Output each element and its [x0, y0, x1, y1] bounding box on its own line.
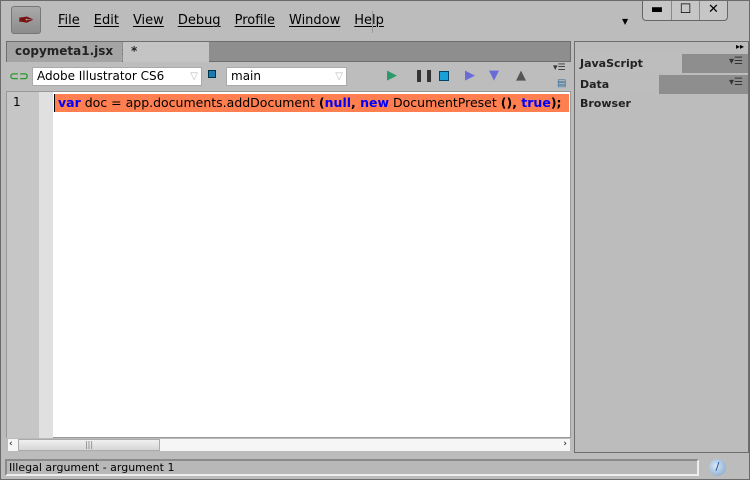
chevron-down-icon: ▽ — [335, 71, 343, 82]
keyword: var — [58, 95, 81, 110]
stop-icon[interactable] — [439, 71, 449, 81]
target-app-select[interactable]: Adobe Illustrator CS6 ▽ — [32, 67, 202, 86]
chevron-down-icon: ▽ — [190, 71, 198, 82]
code-line-highlighted[interactable]: var doc = app.documents.addDocument (nul… — [54, 94, 569, 112]
menu-file[interactable]: File — [51, 13, 87, 28]
target-app-value: Adobe Illustrator CS6 — [37, 69, 165, 83]
close-button[interactable]: ✕ — [699, 1, 727, 20]
step-over-icon[interactable]: ▶ — [465, 68, 475, 83]
panel-menu-icon[interactable]: ▾☰ — [729, 56, 743, 67]
punct: () — [500, 95, 513, 110]
menu-debug[interactable]: Debug — [171, 13, 228, 28]
app-logo[interactable]: ✒ — [11, 6, 41, 34]
tab-label: copymeta1.jsx — [15, 44, 114, 58]
run-icon[interactable]: ▶ — [387, 68, 397, 83]
keyword: new — [360, 95, 390, 110]
tab-data-browser[interactable]: Data Browser — [575, 75, 659, 110]
tab-copymeta1[interactable]: copymeta1.jsx× — [7, 42, 130, 62]
list-icon[interactable]: ▤ — [557, 78, 566, 89]
engine-select[interactable]: main ▽ — [226, 67, 347, 86]
punct: , — [512, 95, 522, 110]
link-icon[interactable]: ⊂⊃ — [9, 69, 29, 83]
menu-help[interactable]: Help — [347, 13, 391, 28]
step-into-icon[interactable]: ▼ — [489, 68, 499, 83]
step-out-icon[interactable]: ▲ — [516, 68, 526, 83]
punct: ); — [550, 95, 562, 110]
menu-edit[interactable]: Edit — [87, 13, 126, 28]
panel-menu-icon[interactable]: ▾☰ — [729, 77, 743, 88]
javascript-console-panel: JavaScript Console ▾☰ — [575, 54, 748, 89]
keyword: true — [521, 95, 551, 110]
engine-status-icon — [208, 70, 216, 78]
tab-javascript-console[interactable]: JavaScript Console — [575, 54, 682, 89]
divider — [372, 11, 373, 33]
document-tabs: copymeta1.jsx× * Source2× — [6, 41, 571, 77]
maximize-button[interactable]: ☐ — [671, 1, 699, 20]
menu-window[interactable]: Window — [282, 13, 347, 28]
fold-margin — [39, 92, 53, 438]
menu-bar: File Edit View Debug Profile Window Help — [51, 13, 391, 28]
minimize-button[interactable]: ▬ — [643, 1, 671, 20]
line-gutter: 1 — [7, 92, 39, 438]
collapse-panel-icon[interactable]: ▸▸ — [736, 42, 744, 51]
data-browser-panel: Data Browser ▾☰ — [575, 75, 748, 110]
right-panel: ▸▸ JavaScript Console ▾☰ Data Browser ▾☰ — [574, 41, 749, 453]
engine-value: main — [231, 69, 261, 83]
scrollbar-thumb[interactable]: ||| — [18, 439, 160, 451]
code-text: DocumentPreset — [389, 95, 501, 110]
line-number: 1 — [13, 95, 21, 109]
window-controls: ▬ ☐ ✕ — [642, 1, 728, 21]
scroll-left-icon[interactable]: ‹ — [9, 439, 13, 449]
horizontal-scrollbar[interactable]: ‹ ||| › — [7, 438, 571, 452]
toolbar: ⊂⊃ Adobe Illustrator CS6 ▽ main ▽ ▶ ❚❚ ▶ ▼… — [6, 62, 571, 91]
status-bar: Illegal argument - argument 1 — [5, 459, 699, 476]
tab-source2[interactable]: * Source2× — [123, 42, 209, 77]
menu-view[interactable]: View — [126, 13, 171, 28]
workspace-dropdown-icon[interactable]: ▼ — [622, 17, 628, 26]
panel-menu-icon[interactable]: ▾☰ — [553, 63, 566, 73]
scroll-right-icon[interactable]: › — [563, 439, 567, 449]
pause-icon[interactable]: ❚❚ — [414, 68, 434, 82]
keyword: null — [324, 95, 352, 110]
punct: , — [351, 95, 361, 110]
code-editor[interactable]: 1 var doc = app.documents.addDocument (n… — [6, 91, 571, 438]
code-text: doc = app.documents.addDocument — [80, 95, 319, 110]
menu-profile[interactable]: Profile — [228, 13, 282, 28]
connection-status-icon[interactable]: / — [709, 459, 726, 476]
